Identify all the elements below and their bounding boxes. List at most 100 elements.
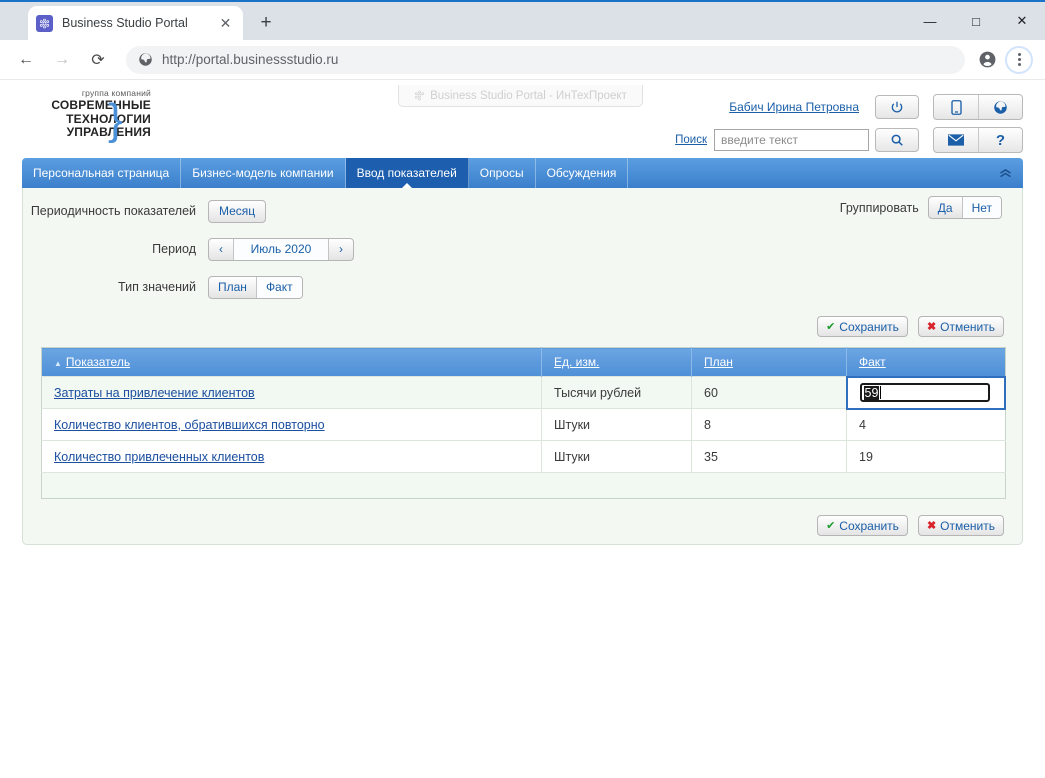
logo-line-1: СОВРЕМЕННЫЕ — [26, 99, 151, 113]
column-label: Ед. изм. — [554, 355, 599, 369]
actions-bottom: ✔ Сохранить ✖ Отменить — [23, 515, 1022, 536]
cancel-button-top[interactable]: ✖ Отменить — [918, 316, 1004, 337]
save-button-bottom[interactable]: ✔ Сохранить — [817, 515, 908, 536]
nav-label: Персональная страница — [33, 166, 169, 180]
column-header-unit[interactable]: Ед. изм. — [542, 348, 692, 377]
periodicity-label: Периодичность показателей — [23, 204, 208, 218]
page-title-tab: Business Studio Portal - ИнТехПроект — [398, 85, 643, 107]
window-close-icon[interactable]: ✕ — [999, 2, 1045, 40]
minimize-icon[interactable]: — — [907, 2, 953, 40]
browser-tab[interactable]: Business Studio Portal ✕ — [28, 6, 243, 40]
page-title-text: Business Studio Portal - ИнТехПроект — [430, 90, 627, 102]
fact-value-input[interactable]: 59 — [860, 383, 990, 402]
maximize-icon[interactable]: □ — [953, 2, 999, 40]
mobile-version-button[interactable] — [934, 95, 978, 119]
value-type-toggle: План Факт — [208, 276, 303, 299]
cell-fact-editing[interactable]: 59 — [847, 377, 1006, 409]
new-tab-button[interactable]: + — [252, 9, 280, 37]
search-button[interactable] — [875, 128, 919, 152]
text-caret — [880, 386, 881, 399]
forward-icon[interactable]: → — [47, 45, 77, 75]
header-row-search: Поиск введите текст — [675, 127, 1023, 153]
nav-label: Обсуждения — [547, 166, 617, 180]
save-button-top[interactable]: ✔ Сохранить — [817, 316, 908, 337]
nav-label: Опросы — [480, 166, 524, 180]
actions-top: ✔ Сохранить ✖ Отменить — [23, 316, 1022, 337]
cell-fact[interactable]: 4 — [847, 409, 1006, 441]
column-header-plan[interactable]: План — [692, 348, 847, 377]
header-right-panel: Бабич Ирина Петровна — [675, 94, 1023, 160]
globe-icon — [993, 100, 1008, 115]
period-value[interactable]: Июль 2020 — [233, 239, 329, 260]
period-label: Период — [23, 242, 208, 256]
period-prev-button[interactable]: ‹ — [209, 239, 233, 260]
header-tool-group-bottom: ? — [933, 127, 1023, 153]
periodicity-select[interactable]: Месяц — [208, 200, 266, 223]
chevron-double-up-icon — [999, 169, 1012, 178]
cancel-label: Отменить — [940, 519, 995, 533]
language-button[interactable] — [978, 95, 1022, 119]
cell-fact[interactable]: 19 — [847, 441, 1006, 473]
indicator-link[interactable]: Количество клиентов, обратившихся повтор… — [54, 418, 325, 432]
help-icon: ? — [996, 132, 1005, 149]
browser-tab-title: Business Studio Portal — [62, 16, 216, 30]
table-header-row: ▲Показатель Ед. изм. План Факт — [42, 348, 1006, 377]
table-footer-row — [42, 473, 1006, 499]
mail-icon — [948, 134, 964, 146]
search-input[interactable]: введите текст — [714, 129, 869, 151]
collapse-panel-button[interactable] — [987, 158, 1023, 188]
portal-header: группа компаний СОВРЕМЕННЫЕ ТЕХНОЛОГИИ У… — [0, 82, 1045, 160]
save-label: Сохранить — [839, 320, 899, 334]
cell-indicator: Количество привлеченных клиентов — [42, 441, 542, 473]
close-icon[interactable]: ✕ — [216, 14, 235, 33]
three-dots-icon — [1018, 53, 1021, 66]
nav-item-indicator-entry[interactable]: Ввод показателей — [346, 158, 469, 188]
column-header-fact[interactable]: Факт — [847, 348, 1006, 377]
indicator-link[interactable]: Количество привлеченных клиентов — [54, 450, 264, 464]
period-stepper: ‹ Июль 2020 › — [208, 238, 354, 261]
browser-menu-icon[interactable] — [1005, 46, 1033, 74]
reload-icon[interactable]: ⟳ — [83, 45, 113, 75]
grouping-toggle: Да Нет — [928, 196, 1002, 219]
profile-avatar-icon[interactable] — [973, 46, 1001, 74]
grouping-label: Группировать — [840, 201, 919, 215]
messages-button[interactable] — [934, 128, 978, 152]
nav-item-surveys[interactable]: Опросы — [469, 158, 536, 188]
cell-plan: 60 — [692, 377, 847, 409]
cell-indicator: Затраты на привлечение клиентов — [42, 377, 542, 409]
logo-pretitle: группа компаний — [26, 88, 151, 98]
column-label: Факт — [859, 355, 886, 369]
nav-item-business-model[interactable]: Бизнес-модель компании — [181, 158, 345, 188]
company-logo: группа компаний СОВРЕМЕННЫЕ ТЕХНОЛОГИИ У… — [26, 88, 151, 140]
header-tool-group-top — [933, 94, 1023, 120]
value-type-option-fact[interactable]: Факт — [257, 277, 302, 298]
search-icon — [890, 133, 904, 147]
cancel-label: Отменить — [940, 320, 995, 334]
nav-item-personal-page[interactable]: Персональная страница — [22, 158, 181, 188]
address-bar[interactable]: http://portal.businessstudio.ru — [126, 46, 965, 74]
column-header-indicator[interactable]: ▲Показатель — [42, 348, 542, 377]
grouping-option-no[interactable]: Нет — [963, 197, 1001, 218]
value-type-option-plan[interactable]: План — [209, 277, 257, 298]
logout-button[interactable] — [875, 95, 919, 119]
browser-window: Business Studio Portal ✕ + — □ ✕ ← → ⟳ h… — [0, 0, 1045, 778]
search-label-link[interactable]: Поиск — [675, 134, 707, 146]
cancel-button-bottom[interactable]: ✖ Отменить — [918, 515, 1004, 536]
cell-unit: Тысячи рублей — [542, 377, 692, 409]
power-icon — [890, 100, 904, 114]
cell-plan: 35 — [692, 441, 847, 473]
help-button[interactable]: ? — [978, 128, 1022, 152]
mobile-icon — [951, 100, 962, 115]
grouping-option-yes[interactable]: Да — [929, 197, 963, 218]
user-name-link[interactable]: Бабич Ирина Петровна — [729, 100, 859, 114]
indicator-link[interactable]: Затраты на привлечение клиентов — [54, 386, 255, 400]
nav-item-discussions[interactable]: Обсуждения — [536, 158, 629, 188]
browser-titlebar: Business Studio Portal ✕ + — □ ✕ — [0, 0, 1045, 40]
cell-unit: Штуки — [542, 441, 692, 473]
period-next-button[interactable]: › — [329, 239, 353, 260]
fact-value-text: 59 — [864, 386, 880, 400]
nav-label: Бизнес-модель компании — [192, 166, 333, 180]
back-icon[interactable]: ← — [11, 45, 41, 75]
address-bar-url: http://portal.businessstudio.ru — [162, 52, 338, 67]
column-label: План — [704, 355, 733, 369]
